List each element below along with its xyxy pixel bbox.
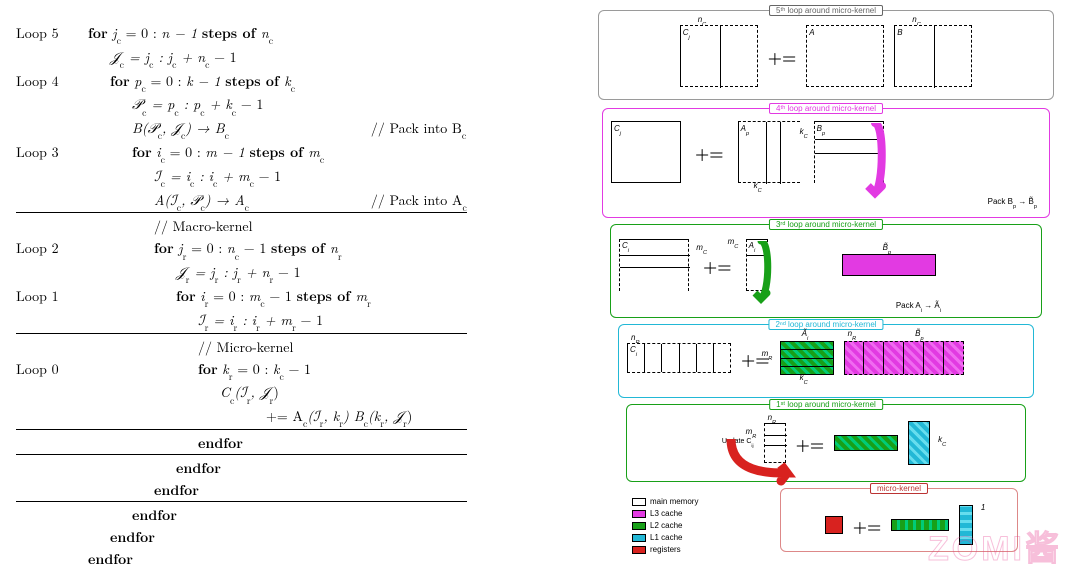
tier2: 2ⁿᵈ loop around micro-kernel nR Ci += mR… — [618, 324, 1034, 398]
tier3-title: 3ʳᵈ loop around micro-kernel — [769, 219, 883, 230]
loop5-body: 𝒥c = jc : jc + nc − 1 — [16, 46, 467, 70]
tier1-title: 1ˢᵗ loop around micro-kernel — [769, 399, 883, 410]
loop3-row: Loop 3 for ic = 0 : m − 1 steps of mc — [16, 141, 467, 165]
loop5-row: Loop 5 for jc = 0 : n − 1 steps of nc — [16, 22, 467, 46]
matC: Cj — [680, 25, 758, 87]
pack-A: A(ℐc, 𝒫c) → Ac // Pack into Ac — [16, 189, 467, 213]
matAstripe — [834, 435, 898, 451]
core-line1: Cc(ℐr, 𝒥r) — [16, 381, 467, 405]
tier4: 4ᵗʰ loop around micro-kernel Cj += Ap kC… — [602, 108, 1050, 218]
macro-comment: // Macro-kernel — [16, 215, 467, 237]
matAtilde — [780, 341, 834, 375]
tier5-title: 5ᵗʰ loop around micro-kernel — [769, 5, 883, 16]
endfor3: endfor — [16, 504, 467, 526]
for-kw: for — [88, 23, 108, 43]
endfor1: endfor — [16, 457, 467, 479]
arrow-green-icon — [750, 241, 772, 307]
matCj: Cj — [611, 121, 681, 183]
arrow-magenta-icon — [862, 123, 888, 201]
tier2-title: 2ⁿᵈ loop around micro-kernel — [768, 319, 883, 330]
pack-B: B(𝒫c, 𝒥c) → Bc // Pack into Bc — [16, 117, 467, 141]
tier0: micro-kernel += 1 — [780, 488, 1018, 552]
core-line2: += Ac(ℐr, kr) Bc(kr, 𝒥r) — [16, 405, 467, 429]
micro-comment: // Micro-kernel — [16, 336, 467, 358]
loop0-row: Loop 0 for kr = 0 : kc − 1 — [16, 358, 467, 382]
tier5: 5ᵗʰ loop around micro-kernel nC Cj += A … — [598, 10, 1054, 100]
endfor5: endfor — [16, 548, 467, 570]
matBtilde2 — [844, 341, 964, 375]
loop-diagram: 5ᵗʰ loop around micro-kernel nC Cj += A … — [590, 0, 1080, 584]
matCi: Ci — [619, 239, 689, 291]
tier3: 3ʳᵈ loop around micro-kernel Ci mC += mC… — [610, 224, 1042, 318]
loop5-label: Loop 5 — [16, 22, 88, 46]
plus-icon: += — [768, 45, 797, 68]
matA: A — [806, 25, 884, 87]
page: Loop 5 for jc = 0 : n − 1 steps of nc 𝒥c… — [0, 0, 1080, 584]
matCi2: Ci — [627, 343, 731, 373]
matBstripe — [908, 421, 930, 465]
endfor2: endfor — [16, 479, 467, 502]
matAp: Ap — [738, 121, 800, 183]
endfor0: endfor — [16, 432, 467, 455]
arrow-red-icon — [723, 439, 803, 487]
matB: B — [894, 25, 972, 87]
packB-text: Pack Bp → B̃p — [988, 197, 1037, 209]
regC — [825, 516, 843, 534]
loop4-row: Loop 4 for pc = 0 : k − 1 steps of kc — [16, 70, 467, 94]
packA-text: Pack Ai → Ãi — [896, 301, 941, 313]
algorithm-table: Loop 5 for jc = 0 : n − 1 steps of nc 𝒥c… — [16, 22, 467, 570]
tier1: 1ˢᵗ loop around micro-kernel Update Cij … — [626, 404, 1026, 482]
regA — [891, 519, 949, 531]
matBtilde: B̃p — [842, 254, 936, 276]
loop1-row: Loop 1 for ir = 0 : mc − 1 steps of mr — [16, 285, 467, 309]
regB — [959, 505, 973, 545]
tier0-title: micro-kernel — [870, 483, 928, 494]
pseudocode-block: Loop 5 for jc = 0 : n − 1 steps of nc 𝒥c… — [0, 0, 590, 584]
cache-legend: main memory L3 cache L2 cache L1 cache r… — [632, 496, 698, 556]
loop2-row: Loop 2 for jr = 0 : nc − 1 steps of nr — [16, 237, 467, 261]
endfor4: endfor — [16, 526, 467, 548]
tier4-title: 4ᵗʰ loop around micro-kernel — [769, 103, 883, 114]
